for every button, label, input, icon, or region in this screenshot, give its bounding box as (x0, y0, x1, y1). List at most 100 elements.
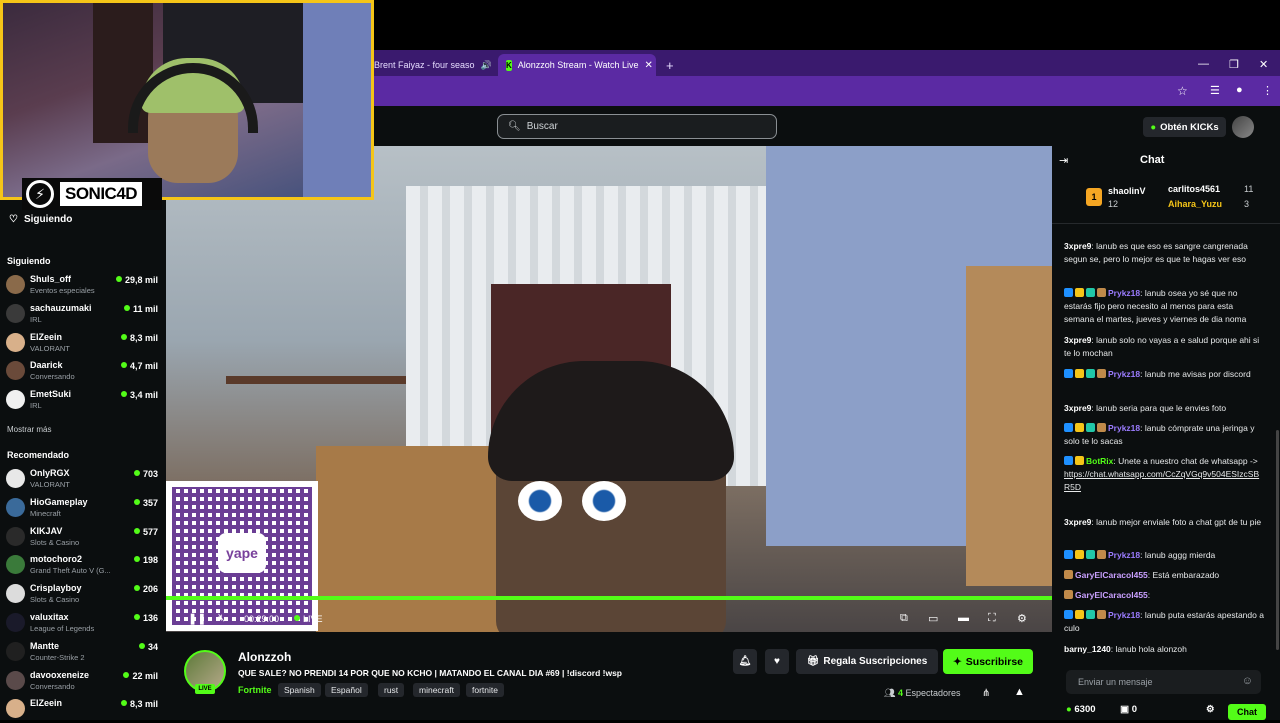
follow-button[interactable]: ♥ (765, 649, 789, 674)
clip-icon[interactable]: ▭ (928, 612, 938, 625)
channel-avatar (6, 497, 25, 517)
chat-username[interactable]: BotRix (1086, 456, 1113, 466)
chat-username[interactable]: Prykz18 (1108, 550, 1140, 560)
sidebar-channel-item[interactable]: HioGameplay Minecraft 357 (6, 494, 158, 522)
user-avatar[interactable] (1232, 116, 1254, 138)
channel-viewers-value: 577 (142, 526, 158, 537)
stream-category[interactable]: Fortnite (238, 685, 272, 695)
close-window-icon[interactable]: ✕ (1259, 58, 1268, 71)
video-frame (966, 266, 1052, 586)
sidebar-channel-item[interactable]: EmetSuki IRL 3,4 mil (6, 386, 158, 414)
stream-tag[interactable]: Español (325, 683, 368, 697)
chat-send-button[interactable]: Chat (1228, 704, 1266, 720)
sidebar-channel-item[interactable]: Daarick Conversando 4,7 mil (6, 357, 158, 385)
channel-viewers-value: 29,8 mil (124, 275, 158, 285)
chat-username[interactable]: Prykz18 (1108, 288, 1140, 298)
search-input[interactable]: 🔍︎ Buscar (497, 114, 777, 139)
sidebar-channel-item[interactable]: OnlyRGX VALORANT 703 (6, 465, 158, 493)
menu-icon[interactable]: ⋮ (1262, 84, 1273, 97)
chat-username[interactable]: Prykz18 (1108, 369, 1140, 379)
channel-viewers-value: 34 (147, 641, 158, 652)
chat-username[interactable]: 3xpre9 (1064, 403, 1091, 413)
following-title[interactable]: ♡ Siguiendo (9, 214, 72, 225)
video-frame (226, 376, 406, 384)
mute-icon[interactable]: 🔇︎ (218, 612, 225, 625)
chat-badge-icon (1075, 550, 1084, 559)
channel-viewers: 198 (133, 555, 158, 565)
chat-message: 3xpre9: lanub es que eso es sangre cangr… (1064, 240, 1264, 266)
channel-viewers: 8,3 mil (120, 333, 158, 343)
sidebar-channel-item[interactable]: valuxitax League of Legends 136 (6, 609, 158, 637)
sidebar-channel-item[interactable]: ElZeein 8,3 mil (6, 695, 158, 723)
minimize-icon[interactable]: — (1198, 58, 1209, 70)
collapse-chat-icon[interactable]: ⇥ (1059, 154, 1068, 167)
notification-bell-button[interactable]: 🔔︎ (733, 649, 757, 674)
channel-category: Grand Theft Auto V (G... (30, 566, 111, 576)
new-tab-button[interactable]: + (658, 54, 678, 76)
channel-viewers-value: 206 (142, 584, 158, 595)
chat-username[interactable]: GaryElCaracol455 (1075, 590, 1148, 600)
sidebar-channel-item[interactable]: ElZeein VALORANT 8,3 mil (6, 329, 158, 357)
chat-username[interactable]: barny_1240 (1064, 644, 1111, 654)
channel-avatar (6, 469, 25, 488)
chat-message: BotRix: Unete a nuestro chat de whatsapp… (1064, 455, 1264, 494)
chat-username[interactable]: GaryElCaracol455 (1075, 570, 1148, 580)
chat-message-input[interactable]: Enviar un mensaje ☺ (1066, 670, 1261, 694)
gift-box-icon: ▣ (1120, 704, 1130, 715)
chat-username[interactable]: Prykz18 (1108, 610, 1140, 620)
chat-username[interactable]: 3xpre9 (1064, 517, 1091, 527)
stream-tag[interactable]: fortnite (466, 683, 504, 697)
chat-text: : Unete a nuestro chat de whatsapp -> (1113, 456, 1258, 466)
tab-kick-stream[interactable]: K Alonzzoh Stream - Watch Live ✕ (498, 54, 656, 76)
report-icon[interactable]: ▲ (1014, 686, 1025, 698)
maximize-icon[interactable]: ❐ (1229, 58, 1239, 71)
channel-name: Shuls_off (30, 274, 72, 284)
chat-text: : lanub solo no vayas a e salud porque a… (1064, 335, 1260, 358)
stream-tag[interactable]: Spanish (278, 683, 321, 697)
live-dot-icon (133, 498, 140, 505)
fullscreen-icon[interactable]: ⛶ (988, 612, 996, 625)
bookmark-star-icon[interactable]: ☆ (1177, 84, 1188, 98)
sidebar-channel-item[interactable]: sachauzumaki IRL 11 mil (6, 300, 158, 328)
tab-music[interactable]: Brent Faiyaz - four seaso 🔊 ✕ (366, 54, 496, 76)
playback-progress-bar[interactable] (166, 596, 1052, 600)
channel-name[interactable]: Alonzzoh (238, 650, 291, 664)
close-tab-icon[interactable]: ✕ (645, 60, 653, 71)
show-more-link[interactable]: Mostrar más (7, 425, 51, 434)
sidebar-channel-item[interactable]: Shuls_off Eventos especiales 29,8 mil (6, 271, 158, 299)
chat-scrollbar[interactable] (1276, 430, 1279, 650)
chat-username[interactable]: 3xpre9 (1064, 241, 1091, 251)
chat-text: : lanub es que eso es sangre cangrenada … (1064, 241, 1248, 264)
emoji-icon[interactable]: ☺ (1242, 675, 1253, 687)
chat-username[interactable]: 3xpre9 (1064, 335, 1091, 345)
stream-tag[interactable]: rust (378, 683, 405, 697)
pause-icon[interactable]: ❚❚ (188, 612, 206, 625)
channel-viewers-value: 3,4 mil (129, 390, 158, 401)
subscribe-button[interactable]: ✦ Suscribirse (943, 649, 1033, 674)
extension-icon[interactable]: ● (1236, 84, 1243, 96)
theater-mode-icon[interactable]: ▬ (958, 612, 969, 624)
pip-icon[interactable]: ⧉ (900, 612, 908, 625)
settings-gear-icon[interactable]: ⚙ (1017, 612, 1027, 625)
gifter-count: 12 (1108, 199, 1119, 209)
tab-search-icon[interactable]: ☰ (1210, 84, 1220, 97)
chat-settings-icon[interactable]: ⚙ (1206, 704, 1215, 715)
get-kicks-button[interactable]: ● Obtén KICKs (1143, 117, 1226, 137)
chat-link[interactable]: https://chat.whatsapp.com/CcZqVGq9v504ES… (1064, 469, 1259, 492)
chat-badge-icon (1097, 550, 1106, 559)
sidebar-channel-item[interactable]: davooxeneize Conversando 22 mil (6, 667, 158, 695)
share-icon[interactable]: ⋔ (982, 688, 990, 699)
playback-time: 00:29:00 (244, 614, 280, 624)
sidebar-channel-item[interactable]: Mantte Counter-Strike 2 34 (6, 638, 158, 666)
chat-username[interactable]: Prykz18 (1108, 423, 1140, 433)
gift-subs-button[interactable]: 🎁︎ Regala Suscripciones (796, 649, 938, 674)
channel-category: Conversando (30, 372, 75, 382)
stream-tag[interactable]: minecraft (413, 683, 460, 697)
live-dot-icon (133, 527, 140, 534)
sidebar-channel-item[interactable]: Crisplayboy Slots & Casino 206 (6, 580, 158, 608)
chat-badge-icon (1086, 423, 1095, 432)
chat-message: Prykz18: lanub osea yo sé que no estarás… (1064, 287, 1264, 326)
sidebar-channel-item[interactable]: KIKJAV Slots & Casino 577 (6, 523, 158, 551)
sidebar-channel-item[interactable]: motochoro2 Grand Theft Auto V (G... 198 (6, 551, 158, 579)
live-dot-icon (133, 470, 140, 476)
